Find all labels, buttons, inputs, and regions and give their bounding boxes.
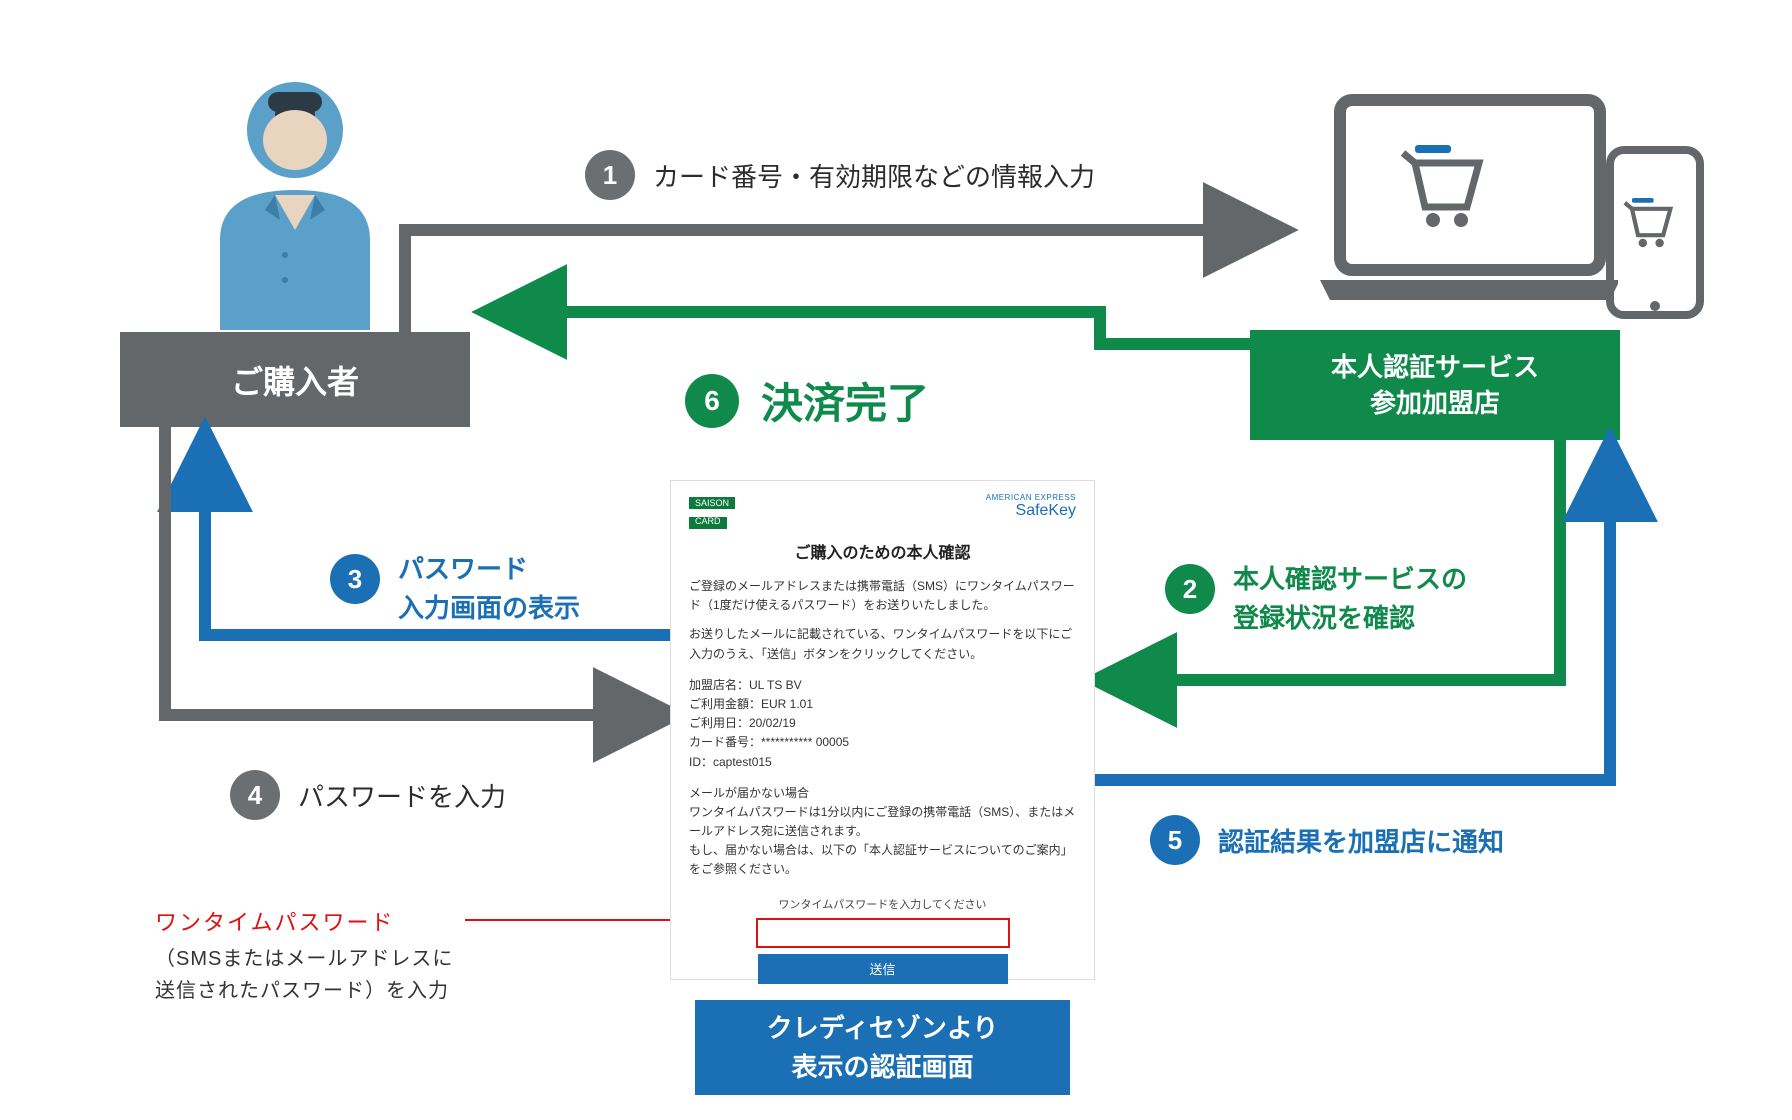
step-3-text: パスワード 入力画面の表示	[398, 550, 580, 628]
step-1-badge: 1	[585, 150, 635, 200]
panel-caption: クレディセゾンより 表示の認証画面	[767, 1009, 999, 1087]
panel-d2: ご利用金額：EUR 1.01	[689, 695, 1076, 714]
step-1-text: カード番号・有効期限などの情報入力	[653, 157, 1095, 194]
step-5-text: 認証結果を加盟店に通知	[1218, 822, 1504, 859]
panel-d1: 加盟店名：UL TS BV	[689, 676, 1076, 695]
panel-p1: ご登録のメールアドレスまたは携帯電話（SMS）にワンタイムパスワード（1度だけ使…	[689, 577, 1076, 615]
step-6: 6 決済完了	[685, 370, 929, 431]
step-5: 5 認証結果を加盟店に通知	[1150, 815, 1504, 865]
step-3: 3 パスワード 入力画面の表示	[330, 550, 580, 628]
auth-panel: SAISON CARD AMERICAN EXPRESS SafeKey ご購入…	[670, 480, 1095, 980]
merchant-label: 本人認証サービス 参加加盟店	[1331, 349, 1539, 422]
step-4-badge: 4	[230, 770, 280, 820]
buyer-box: ご購入者	[120, 332, 470, 427]
step-2: 2 本人確認サービスの 登録状況を確認	[1165, 560, 1467, 638]
otp-callout-sub: （SMSまたはメールアドレスに 送信されたパスワード）を入力	[155, 943, 453, 1007]
step-6-text: 決済完了	[761, 370, 929, 431]
otp-input[interactable]	[756, 918, 1010, 948]
panel-d4: カード番号：*********** 00005	[689, 733, 1076, 752]
step-2-badge: 2	[1165, 564, 1215, 614]
merchant-box: 本人認証サービス 参加加盟店	[1250, 330, 1620, 440]
buyer-label: ご購入者	[231, 357, 359, 403]
step-6-badge: 6	[685, 374, 739, 428]
panel-caption-box: クレディセゾンより 表示の認証画面	[695, 1000, 1070, 1095]
panel-n3: もし、届かない場合は、以下の「本人認証サービスについてのご案内」をご参照ください…	[689, 841, 1076, 879]
step-2-text: 本人確認サービスの 登録状況を確認	[1233, 560, 1467, 638]
step-3-badge: 3	[330, 554, 380, 604]
safekey-logo: AMERICAN EXPRESS SafeKey	[986, 493, 1076, 520]
panel-d3: ご利用日：20/02/19	[689, 714, 1076, 733]
step-5-badge: 5	[1150, 815, 1200, 865]
panel-d5: ID：captest015	[689, 753, 1076, 772]
saison-logo: SAISON CARD	[689, 493, 735, 529]
step-4-text: パスワードを入力	[298, 777, 506, 814]
step-4: 4 パスワードを入力	[230, 770, 506, 820]
otp-callout: ワンタイムパスワード （SMSまたはメールアドレスに 送信されたパスワード）を入…	[155, 905, 453, 1007]
step-1: 1 カード番号・有効期限などの情報入力	[585, 150, 1095, 200]
otp-callout-title: ワンタイムパスワード	[155, 905, 453, 937]
panel-n1: メールが届かない場合	[689, 784, 1076, 803]
otp-label: ワンタイムパスワードを入力してください	[778, 896, 986, 912]
send-button[interactable]: 送信	[758, 954, 1008, 984]
panel-p2: お送りしたメールに記載されている、ワンタイムパスワードを以下にご入力のうえ、「送…	[689, 625, 1076, 663]
panel-title: ご購入のための本人確認	[689, 539, 1076, 563]
panel-n2: ワンタイムパスワードは1分以内にご登録の携帯電話（SMS）、またはメールアドレス…	[689, 803, 1076, 841]
